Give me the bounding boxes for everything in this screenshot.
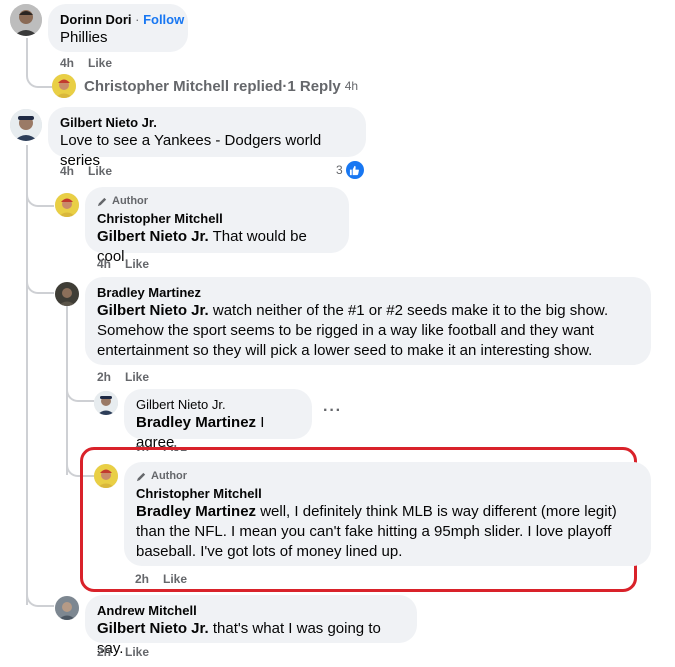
avatar[interactable] <box>10 109 42 141</box>
more-options-button[interactable]: ··· <box>323 402 342 420</box>
thread-line <box>66 378 94 402</box>
mention-link[interactable]: Gilbert Nieto Jr. <box>97 302 209 319</box>
timestamp[interactable]: 4h <box>60 164 74 178</box>
commenter-name[interactable]: Christopher Mitchell <box>97 211 337 227</box>
comment-actions: 2h Like <box>97 645 163 659</box>
comment-thread: Dorinn Dori · Follow Phillies 4h Like Chr… <box>0 0 675 667</box>
comment-text: Phillies <box>60 29 108 46</box>
pencil-icon <box>97 197 107 206</box>
reaction-count: 3 <box>336 163 343 177</box>
separator: · <box>131 12 144 27</box>
mention-link[interactable]: Bradley Martinez <box>136 503 256 520</box>
thread-line <box>26 185 54 207</box>
comment-bubble: Bradley Martinez Gilbert Nieto Jr. watch… <box>85 277 651 365</box>
timestamp[interactable]: 2h <box>97 370 111 384</box>
comment-bubble: Gilbert Nieto Jr. Love to see a Yankees … <box>48 107 366 169</box>
timestamp[interactable]: 2h <box>97 645 111 659</box>
timestamp[interactable]: 4h <box>60 56 74 70</box>
like-button[interactable]: Like <box>125 370 149 384</box>
follow-link[interactable]: Follow <box>143 12 184 27</box>
like-button[interactable]: Like <box>88 56 112 70</box>
view-replies-link[interactable]: Christopher Mitchell replied · 1 Reply 4h <box>52 74 358 98</box>
avatar[interactable] <box>55 596 79 620</box>
comment-actions: 4h Like <box>60 56 126 70</box>
like-button[interactable]: Like <box>88 164 112 178</box>
mention-link[interactable]: Bradley Martinez <box>136 414 256 431</box>
avatar[interactable] <box>94 464 118 488</box>
thread-line <box>26 585 54 607</box>
timestamp[interactable]: 4h <box>97 257 111 271</box>
comment-actions: 2h Like <box>97 370 163 384</box>
reaction-summary[interactable]: 3 <box>336 161 364 179</box>
mention-link[interactable]: Gilbert Nieto Jr. <box>97 228 209 245</box>
commenter-name[interactable]: Gilbert Nieto Jr. <box>60 115 354 131</box>
reply-count: 1 Reply <box>287 77 341 95</box>
avatar <box>52 74 76 98</box>
commenter-name[interactable]: Bradley Martinez <box>97 285 639 301</box>
avatar[interactable] <box>10 4 42 36</box>
comment-bubble: Author Christopher Mitchell Bradley Mart… <box>124 462 651 566</box>
author-badge: Author <box>136 469 639 483</box>
avatar[interactable] <box>55 282 79 306</box>
thread-line <box>26 272 54 294</box>
thread-line <box>26 38 53 88</box>
like-button[interactable]: Like <box>163 572 187 586</box>
mention-link[interactable]: Gilbert Nieto Jr. <box>97 620 209 637</box>
avatar[interactable] <box>94 391 118 415</box>
like-button[interactable]: Like <box>125 257 149 271</box>
comment-bubble: Dorinn Dori · Follow Phillies <box>48 4 188 52</box>
commenter-name[interactable]: Dorinn Dori <box>60 12 132 27</box>
like-button[interactable]: Like <box>125 645 149 659</box>
thumbs-up-icon <box>345 161 364 179</box>
commenter-name[interactable]: Andrew Mitchell <box>97 603 405 619</box>
comment-bubble: Gilbert Nieto Jr. Bradley Martinez I agr… <box>124 389 312 451</box>
comment-bubble: Author Christopher Mitchell Gilbert Niet… <box>85 187 349 265</box>
commenter-name[interactable]: Gilbert Nieto Jr. <box>136 397 300 413</box>
comment-actions: 4h Like <box>97 257 163 271</box>
timestamp: 4h <box>344 79 359 93</box>
pencil-icon <box>136 472 146 481</box>
comment-bubble: Andrew Mitchell Gilbert Nieto Jr. that's… <box>85 595 417 657</box>
avatar[interactable] <box>55 193 79 217</box>
replied-by-text: Christopher Mitchell replied <box>84 77 283 95</box>
thread-line <box>26 145 28 605</box>
timestamp[interactable]: 2h <box>135 572 149 586</box>
commenter-name[interactable]: Christopher Mitchell <box>136 486 639 502</box>
comment-actions: 2h Like <box>135 572 201 586</box>
comment-actions: 4h Like <box>60 164 126 178</box>
author-badge: Author <box>97 194 337 208</box>
